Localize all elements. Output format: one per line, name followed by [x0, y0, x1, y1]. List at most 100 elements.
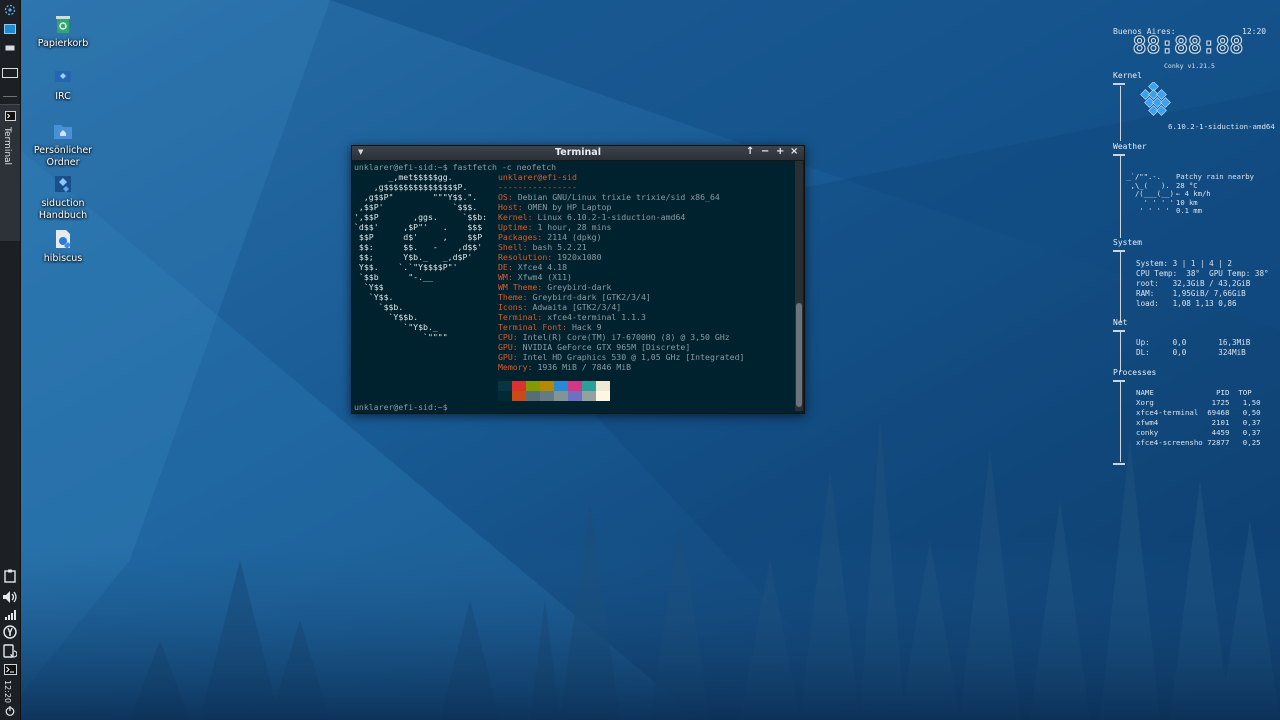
workspace-1-button[interactable]: [0, 42, 20, 54]
info-row: Uptime: 1 hour, 28 mins: [498, 222, 744, 232]
color-swatch: [512, 381, 526, 391]
info-key: WM:: [498, 272, 513, 282]
desktop-icon-home-folder[interactable]: Persönlicher Ordner: [18, 120, 108, 169]
minimize-button[interactable]: −: [761, 146, 769, 157]
desktop-icon-irc[interactable]: IRC: [18, 66, 108, 103]
system-stats: System: 3 | 1 | 4 | 2 CPU Temp: 38° GPU T…: [1136, 259, 1269, 309]
info-value: Linux 6.10.2-1-siduction-amd64: [532, 212, 686, 222]
logo-line: `d$$' ,$P"' . $$$: [354, 222, 483, 232]
conky-line: root: 32,3GiB / 43,2GiB: [1136, 279, 1251, 288]
tree-line: [1120, 252, 1121, 322]
taskbar-item-terminal[interactable]: Terminal: [0, 104, 20, 241]
maximize-button[interactable]: +: [776, 146, 784, 157]
tree-line: [1120, 156, 1121, 238]
conky-line: Xorg 1725 1,50: [1136, 398, 1261, 407]
conky-line: xfce4-screensho 72877 0,25: [1136, 438, 1261, 447]
tree-line: [1120, 382, 1121, 462]
app-menu-icon: [4, 4, 16, 16]
user-host: unklarer@efi-sid: [498, 172, 577, 182]
updates-icon: [3, 644, 17, 658]
info-key: Terminal:: [498, 312, 543, 322]
info-key: DE:: [498, 262, 513, 272]
logo-line: `Y$$b.: [354, 312, 419, 322]
logo-line: `Y$$: [354, 282, 384, 292]
power-manager-button[interactable]: [0, 623, 20, 641]
section-underline: [1113, 154, 1125, 156]
network-button[interactable]: [0, 608, 20, 622]
info-value: Intel(R) Core(TM) i7-6700HQ (8) @ 3,50 G…: [517, 332, 730, 342]
logo-line: Y$$. `.`"Y$$$$P"': [354, 262, 458, 272]
desktop-icon-trash[interactable]: Papierkorb: [18, 13, 108, 50]
desktop-icon-hibiscus[interactable]: hibiscus: [18, 228, 108, 265]
volume-button[interactable]: [0, 588, 20, 606]
info-value: Greybird-dark: [542, 282, 612, 292]
clipboard-button[interactable]: [0, 567, 20, 585]
info-value: 1936 MiB / 7846 MiB: [532, 362, 632, 372]
weather-heading: Weather: [1113, 142, 1147, 151]
net-heading: Net: [1113, 318, 1128, 327]
info-value: xfce4-terminal 1.1.3: [542, 312, 646, 322]
weather-values: Patchy rain nearby 28 °C ← 4 km/h 10 km 0.1 …: [1176, 172, 1254, 216]
desktop-icon-siduction-handbook[interactable]: siduction Handbuch: [18, 173, 108, 222]
terminal-output[interactable]: unklarer@efi-sid:~$ fastfetch -c neofetc…: [354, 162, 792, 412]
command-line: unklarer@efi-sid:~$ fastfetch -c neofetc…: [354, 162, 557, 172]
info-value: Debian GNU/Linux trixie trixie/sid x86_6…: [512, 192, 720, 202]
panel-clock[interactable]: 12:20: [3, 680, 12, 703]
shade-button[interactable]: ↑: [746, 146, 754, 157]
section-underline: [1113, 330, 1125, 332]
desktop-icon-label: Papierkorb: [37, 38, 89, 49]
info-row: WM Theme: Greybird-dark: [498, 282, 744, 292]
system-heading: System: [1113, 238, 1142, 247]
info-value: Greybird-dark [GTK2/3/4]: [527, 292, 651, 302]
info-separator: ----------------: [498, 182, 577, 192]
color-swatch: [554, 391, 568, 401]
desktop-icon-label: Persönlicher Ordner: [33, 145, 93, 168]
info-key: Host:: [498, 202, 523, 212]
conky-version: Conky v1.21.5: [1164, 62, 1215, 70]
info-row: DE: Xfce4 4.18: [498, 262, 744, 272]
close-button[interactable]: ×: [790, 146, 798, 157]
info-key: OS:: [498, 192, 513, 202]
info-key: Icons:: [498, 302, 528, 312]
tree-line: [1120, 332, 1121, 372]
info-row: Memory: 1936 MiB / 7846 MiB: [498, 362, 744, 372]
show-desktop-button[interactable]: [0, 22, 20, 36]
desktop-icon-label: hibiscus: [43, 253, 83, 264]
color-palette: [498, 381, 610, 401]
conky-line: conky 4459 0,37: [1136, 428, 1261, 437]
info-row: Theme: Greybird-dark [GTK2/3/4]: [498, 292, 744, 302]
workspace-2-button[interactable]: [0, 64, 20, 82]
conky-big-clock: 88:88:88: [1132, 33, 1244, 59]
irc-icon: [55, 71, 71, 82]
color-swatch: [526, 391, 540, 401]
conky-widget: Buenos Aires: 12:20 88:88:88 Conky v1.21…: [1112, 24, 1280, 474]
logout-button[interactable]: [0, 704, 20, 718]
trash-icon: [56, 16, 70, 33]
power-manager-icon: [3, 625, 17, 639]
terminal-launcher-button[interactable]: [0, 661, 20, 677]
debian-ascii-logo: _,met$$$$$gg. ,g$$$$$$$$$$$$$$$P. ,g$$P"…: [354, 172, 487, 342]
logo-line: $$; Y$b._ _,d$P': [354, 252, 473, 262]
logo-line: `"Y$b._: [354, 322, 438, 332]
system-info: unklarer@efi-sid ---------------- OS: De…: [498, 172, 744, 372]
terminal-window[interactable]: ▼ Terminal ↑ − + × unklarer@efi-sid:~$ f…: [351, 145, 805, 414]
info-row: Packages: 2114 (dpkg): [498, 232, 744, 242]
logo-line: `"""": [354, 332, 448, 342]
info-value: Intel HD Graphics 530 @ 1,05 GHz [Integr…: [517, 352, 745, 362]
workspace-icon: [5, 45, 15, 51]
conky-line: System: 3 | 1 | 4 | 2: [1136, 259, 1233, 268]
net-stats: Up: 0,0 16,3MiB DL: 0,0 324MiB: [1136, 338, 1250, 358]
info-row: Host: OMEN by HP Laptop: [498, 202, 744, 212]
scrollbar-thumb[interactable]: [796, 303, 802, 407]
updates-button[interactable]: [0, 642, 20, 660]
terminal-titlebar[interactable]: ▼ Terminal ↑ − + ×: [352, 146, 804, 161]
applications-menu-button[interactable]: [0, 2, 20, 18]
section-underline: [1113, 463, 1125, 465]
color-swatch: [540, 381, 554, 391]
color-swatch: [554, 381, 568, 391]
terminal-scrollbar[interactable]: [795, 161, 803, 411]
kernel-heading: Kernel: [1113, 71, 1142, 80]
info-value: 2114 (dpkg): [542, 232, 602, 242]
signal-icon: [5, 610, 16, 620]
logo-line: $$: $$. - ,d$$': [354, 242, 483, 252]
